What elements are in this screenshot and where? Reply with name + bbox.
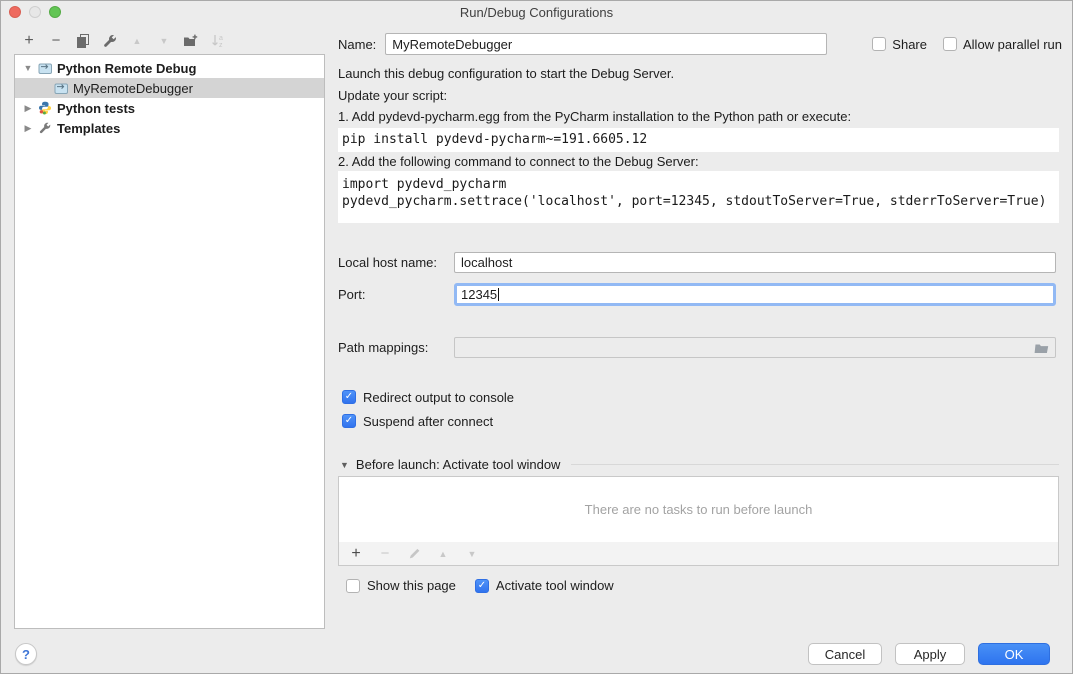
port-input[interactable]: 12345 <box>454 283 1056 306</box>
tree-item-templates[interactable]: Templates <box>15 118 324 138</box>
svg-text:a: a <box>219 35 223 42</box>
local-host-row: Local host name: <box>338 252 1056 273</box>
remove-icon <box>377 546 393 562</box>
tree-item-python-remote-debug[interactable]: Python Remote Debug <box>15 58 324 78</box>
allow-parallel-run-checkbox[interactable] <box>943 37 957 51</box>
run-config-icon <box>37 61 53 75</box>
local-host-input[interactable] <box>454 252 1056 273</box>
chevron-right-icon[interactable] <box>23 103 33 114</box>
show-this-page-label: Show this page <box>367 578 456 593</box>
move-down-icon <box>464 546 480 562</box>
divider <box>571 464 1059 465</box>
name-label: Name: <box>338 37 376 52</box>
window-title: Run/Debug Configurations <box>1 5 1072 20</box>
update-script-text: Update your script: <box>338 88 1059 104</box>
pip-command-code: pip install pydevd-pycharm~=191.6605.12 <box>338 128 1059 152</box>
tree-item-label: Python Remote Debug <box>57 61 196 76</box>
chevron-down-icon[interactable] <box>23 63 33 73</box>
activate-tool-window-label: Activate tool window <box>496 578 614 593</box>
remove-icon[interactable] <box>48 33 64 49</box>
add-icon[interactable] <box>21 33 37 49</box>
share-checkbox-group[interactable]: Share <box>872 37 927 52</box>
ok-button[interactable]: OK <box>978 643 1050 665</box>
local-host-label: Local host name: <box>338 255 454 270</box>
code-line: import pydevd_pycharm <box>342 176 1059 193</box>
intro-text: Launch this debug configuration to start… <box>338 66 1059 82</box>
new-folder-icon[interactable] <box>183 33 199 49</box>
redirect-output-checkbox[interactable] <box>342 390 356 404</box>
allow-parallel-run-checkbox-group[interactable]: Allow parallel run <box>943 37 1062 52</box>
suspend-after-connect-checkbox[interactable] <box>342 414 356 428</box>
port-row: Port: 12345 <box>338 283 1056 306</box>
before-launch-task-list: There are no tasks to run before launch <box>338 476 1059 543</box>
apply-button[interactable]: Apply <box>895 643 965 665</box>
cancel-button[interactable]: Cancel <box>808 643 882 665</box>
page-options-row: Show this page Activate tool window <box>346 578 614 593</box>
add-icon[interactable] <box>348 546 364 562</box>
sort-alphabetically-icon: az <box>210 33 226 49</box>
text-cursor <box>498 288 499 301</box>
suspend-after-connect-row[interactable]: Suspend after connect <box>342 413 493 429</box>
python-tests-icon <box>37 101 53 115</box>
configurations-tree: Python Remote Debug MyRemoteDebugger Pyt… <box>14 54 325 629</box>
chevron-down-icon[interactable] <box>340 460 349 470</box>
chevron-right-icon[interactable] <box>23 123 33 134</box>
move-down-icon <box>156 33 172 49</box>
tree-item-label: Templates <box>57 121 120 136</box>
code-line: pydevd_pycharm.settrace('localhost', por… <box>342 193 1059 210</box>
wrench-icon[interactable] <box>102 33 118 49</box>
before-launch-title: Before launch: Activate tool window <box>356 457 561 472</box>
activate-tool-window-checkbox[interactable] <box>475 579 489 593</box>
redirect-output-row[interactable]: Redirect output to console <box>342 389 514 405</box>
share-checkbox[interactable] <box>872 37 886 51</box>
suspend-after-connect-label: Suspend after connect <box>363 414 493 429</box>
before-launch-toolbar <box>338 542 1059 566</box>
path-mappings-row: Path mappings: <box>338 337 1056 358</box>
tree-item-myremotedebugger[interactable]: MyRemoteDebugger <box>15 78 324 98</box>
copy-icon[interactable] <box>75 33 91 49</box>
titlebar: Run/Debug Configurations <box>1 1 1072 23</box>
name-input[interactable] <box>385 33 827 55</box>
tree-item-label: MyRemoteDebugger <box>73 81 193 96</box>
step1-text: 1. Add pydevd-pycharm.egg from the PyCha… <box>338 109 1059 125</box>
tree-item-python-tests[interactable]: Python tests <box>15 98 324 118</box>
move-up-icon <box>129 33 145 49</box>
path-mappings-label: Path mappings: <box>338 340 454 355</box>
settrace-code-block: import pydevd_pycharm pydevd_pycharm.set… <box>338 171 1059 223</box>
path-mappings-input[interactable] <box>454 337 1056 358</box>
step2-text: 2. Add the following command to connect … <box>338 154 1059 170</box>
run-config-icon <box>53 81 69 95</box>
svg-text:z: z <box>219 42 223 49</box>
empty-tasks-message: There are no tasks to run before launch <box>585 502 813 517</box>
before-launch-header[interactable]: Before launch: Activate tool window <box>340 457 1059 472</box>
help-icon: ? <box>22 647 30 662</box>
run-debug-configurations-dialog: Run/Debug Configurations az Python Remot… <box>0 0 1073 674</box>
wrench-icon <box>37 121 53 135</box>
port-label: Port: <box>338 287 454 302</box>
tree-item-label: Python tests <box>57 101 135 116</box>
configurations-toolbar: az <box>21 33 226 49</box>
allow-parallel-run-label: Allow parallel run <box>963 37 1062 52</box>
show-this-page-checkbox[interactable] <box>346 579 360 593</box>
edit-icon <box>406 546 422 562</box>
help-button[interactable]: ? <box>15 643 37 665</box>
name-row: Name: Share Allow parallel run <box>338 32 1062 56</box>
port-value: 12345 <box>461 287 497 302</box>
redirect-output-label: Redirect output to console <box>363 390 514 405</box>
move-up-icon <box>435 546 451 562</box>
share-label: Share <box>892 37 927 52</box>
folder-icon[interactable] <box>1033 341 1050 355</box>
